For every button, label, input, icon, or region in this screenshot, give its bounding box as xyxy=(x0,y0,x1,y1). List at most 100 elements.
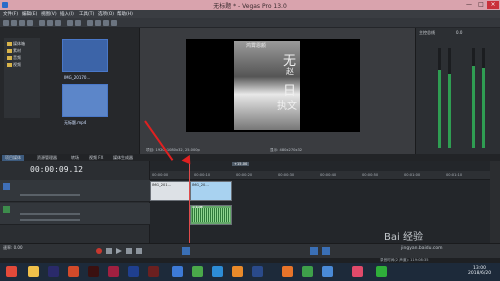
audio-waveform xyxy=(192,208,230,222)
app-icon[interactable] xyxy=(352,266,363,277)
menu-file[interactable]: 文件(F) xyxy=(3,11,18,17)
ruler-label: 00:00:40 xyxy=(320,173,337,177)
volume-meter xyxy=(482,48,485,148)
stop-icon[interactable] xyxy=(136,248,142,254)
project-media-panel: 媒体箱 素材 音频 视频 IMG_20170... 无标题.mp4 xyxy=(0,28,140,154)
master-bus-mixer: 主控总线 0.0 xyxy=(415,28,500,154)
premiere-icon[interactable] xyxy=(48,266,59,277)
ruler-label: 00:01:00 xyxy=(404,173,421,177)
menu-options[interactable]: 选项(O) xyxy=(98,11,114,17)
qq-icon[interactable] xyxy=(212,266,223,277)
start-icon[interactable] xyxy=(6,266,17,277)
dock-tabs: 项目媒体 资源管理器 转场 视频 FX 媒体生成器 xyxy=(0,154,500,161)
app-icon[interactable] xyxy=(252,266,263,277)
ruler-label: 00:00:10 xyxy=(194,173,211,177)
audio-track-icon xyxy=(3,206,10,213)
copy-icon[interactable] xyxy=(47,20,53,26)
acrobat-icon[interactable] xyxy=(108,266,119,277)
tree-item[interactable]: 媒体箱 xyxy=(7,41,25,47)
taskbar-clock[interactable]: 13:00 2018/6/20 xyxy=(468,266,491,276)
tree-item[interactable]: 视频 xyxy=(7,62,21,68)
firefox-icon[interactable] xyxy=(282,266,293,277)
edit-tool-icon[interactable] xyxy=(182,247,190,255)
media-caption: IMG_20170... xyxy=(64,75,91,80)
baidu-watermark: Bai 经验 xyxy=(384,232,423,243)
paste-icon[interactable] xyxy=(55,20,61,26)
menu-help[interactable]: 帮助(H) xyxy=(117,11,133,17)
video-text: 鸿霄恩颜 xyxy=(246,43,267,49)
menu-view[interactable]: 视图(V) xyxy=(41,11,57,17)
volume-slider[interactable] xyxy=(20,213,80,215)
clock-date: 2018/6/20 xyxy=(468,271,492,276)
snap-toggle-icon[interactable] xyxy=(310,247,318,255)
menu-edit[interactable]: 编辑(E) xyxy=(22,11,37,17)
help-icon[interactable] xyxy=(111,20,117,26)
animate-icon[interactable] xyxy=(148,266,159,277)
timecode-display: 00:00:09.12 xyxy=(30,165,83,174)
loop-icon[interactable] xyxy=(106,248,112,254)
app-icon[interactable] xyxy=(172,266,183,277)
powerpoint-icon[interactable] xyxy=(68,266,79,277)
rate-label: 速率: 0.00 xyxy=(3,245,23,250)
minimize-button[interactable]: — xyxy=(463,1,475,9)
ripple-toggle-icon[interactable] xyxy=(322,247,330,255)
undo-icon[interactable] xyxy=(67,20,73,26)
ruler-label: 00:01:10 xyxy=(446,173,463,177)
record-icon[interactable] xyxy=(96,248,102,254)
video-track-icon xyxy=(3,183,10,190)
pan-slider[interactable] xyxy=(20,219,80,221)
media-bin-tree: 媒体箱 素材 音频 视频 xyxy=(4,38,40,118)
video-text: 赵 xyxy=(286,67,294,76)
folder-icon xyxy=(7,56,12,60)
preview-info-right: 显示: 480x270x32 xyxy=(270,148,303,152)
title-bar: 无标题 * - Vegas Pro 13.0 — □ × xyxy=(0,0,500,10)
play-icon[interactable] xyxy=(116,248,122,254)
close-button[interactable]: × xyxy=(487,1,499,9)
chrome-icon[interactable] xyxy=(192,266,203,277)
save-icon[interactable] xyxy=(19,20,25,26)
ruler-label: 00:00:00 xyxy=(152,173,169,177)
maximize-button[interactable]: □ xyxy=(475,1,487,9)
media-thumbnail[interactable] xyxy=(62,39,108,72)
video-track-header[interactable] xyxy=(0,180,150,202)
menu-insert[interactable]: 插入(I) xyxy=(60,11,74,17)
lock-icon[interactable] xyxy=(103,20,109,26)
app-icon[interactable] xyxy=(322,266,333,277)
ruler-label: 00:00:20 xyxy=(236,173,253,177)
audio-track-header[interactable] xyxy=(0,203,150,225)
video-clip[interactable]: IMG_20... xyxy=(190,181,232,201)
cut-icon[interactable] xyxy=(39,20,45,26)
menu-tools[interactable]: 工具(T) xyxy=(79,11,94,17)
folder-icon xyxy=(7,63,12,67)
clip-label: IMG_20... xyxy=(192,183,209,187)
media-caption: 无标题.mp4 xyxy=(64,120,87,125)
level-slider[interactable] xyxy=(20,194,80,196)
new-file-icon[interactable] xyxy=(3,20,9,26)
illustrator-icon[interactable] xyxy=(88,266,99,277)
playhead-cursor[interactable] xyxy=(189,161,190,253)
app-icon[interactable] xyxy=(232,266,243,277)
video-clip[interactable]: IMG_201... xyxy=(150,181,190,201)
window-title: 无标题 * - Vegas Pro 13.0 xyxy=(213,3,287,10)
tree-item[interactable]: 素材 xyxy=(7,48,21,54)
properties-icon[interactable] xyxy=(27,20,33,26)
mixer-title: 主控总线 xyxy=(419,30,435,35)
main-toolbar xyxy=(0,18,500,28)
media-thumbnail[interactable] xyxy=(62,84,108,117)
video-text: 执文 xyxy=(277,101,297,112)
folder-icon xyxy=(7,49,12,53)
pause-icon[interactable] xyxy=(126,248,132,254)
tree-item[interactable]: 音频 xyxy=(7,55,21,61)
vegas-taskbar-icon[interactable] xyxy=(128,266,139,277)
volume-meter xyxy=(438,48,441,148)
file-explorer-icon[interactable] xyxy=(28,266,39,277)
open-folder-icon[interactable] xyxy=(11,20,17,26)
snap-icon[interactable] xyxy=(87,20,93,26)
loop-marker[interactable]: +15.00 xyxy=(232,162,250,166)
redo-icon[interactable] xyxy=(75,20,81,26)
volume-meter xyxy=(472,48,475,148)
ruler-label: 00:00:30 xyxy=(278,173,295,177)
app-icon[interactable] xyxy=(302,266,313,277)
auto-ripple-icon[interactable] xyxy=(95,20,101,26)
wechat-icon[interactable] xyxy=(376,266,387,277)
